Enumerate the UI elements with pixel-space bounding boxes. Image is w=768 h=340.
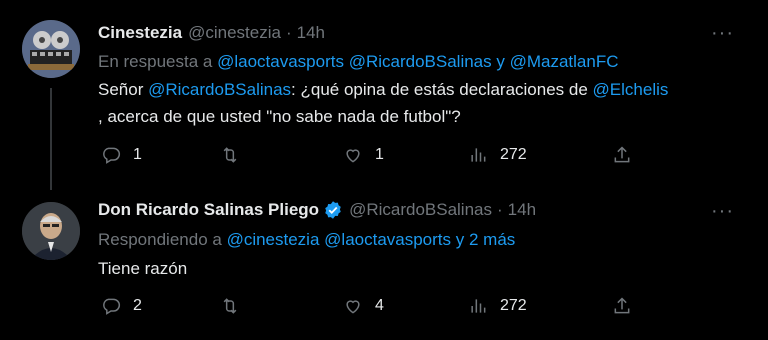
text-segment: Señor	[98, 80, 144, 99]
mention-link[interactable]: @RicardoBSalinas	[349, 52, 492, 71]
tweet-ricardo-salinas[interactable]: Don Ricardo Salinas Pliego @RicardoBSali…	[0, 190, 768, 340]
separator-dot: ·	[285, 23, 292, 42]
retweet-icon	[223, 147, 237, 163]
reply-context: Respondiendo a @cinestezia @laoctavaspor…	[98, 230, 515, 250]
views-chart-icon	[471, 148, 486, 162]
film-reel-avatar-icon	[22, 20, 80, 78]
retweet-button[interactable]	[220, 296, 240, 316]
tweet-header: Don Ricardo Salinas Pliego @RicardoBSali…	[98, 200, 536, 220]
like-button[interactable]: 4	[343, 296, 384, 316]
mention-link[interactable]: @Elchelis	[593, 80, 669, 99]
text-segment: , acerca de que usted "no sabe nada de f…	[98, 107, 461, 126]
user-handle[interactable]: @cinestezia	[188, 23, 281, 43]
like-count: 4	[375, 297, 384, 314]
share-button[interactable]	[612, 296, 632, 316]
reply-connector[interactable]: y	[496, 52, 505, 71]
share-button[interactable]	[612, 145, 632, 165]
timestamp[interactable]: 14h	[297, 23, 325, 43]
mention-link[interactable]: @laoctavasports	[324, 230, 451, 249]
reply-prefix: En respuesta a	[98, 52, 213, 71]
retweet-button[interactable]	[220, 145, 240, 165]
views-button[interactable]: 272	[468, 296, 527, 316]
reply-prefix: Respondiendo a	[98, 230, 222, 249]
reply-button[interactable]: 2	[101, 296, 142, 316]
portrait-avatar-icon	[22, 202, 80, 260]
display-name[interactable]: Don Ricardo Salinas Pliego	[98, 200, 319, 220]
separator-dot: ·	[497, 200, 503, 219]
share-icon	[614, 146, 630, 163]
tweet-header: Cinestezia @cinestezia · 14h	[98, 23, 325, 43]
reply-button[interactable]: 1	[101, 145, 142, 165]
display-name[interactable]: Cinestezia	[98, 23, 182, 43]
mention-link[interactable]: @MazatlanFC	[510, 52, 619, 71]
mention-link[interactable]: @RicardoBSalinas	[148, 80, 291, 99]
user-handle[interactable]: @RicardoBSalinas	[349, 200, 492, 220]
reply-context: En respuesta a @laoctavasports @RicardoB…	[98, 52, 619, 72]
views-button[interactable]: 272	[468, 145, 527, 165]
reply-icon	[103, 147, 121, 164]
more-options-button[interactable]: ···	[711, 200, 734, 223]
view-count: 272	[500, 297, 527, 314]
like-button[interactable]: 1	[343, 145, 384, 165]
avatar[interactable]	[22, 202, 80, 260]
tweet-text: Tiene razón	[98, 259, 188, 278]
text-segment: : ¿qué opina de estás declaraciones de	[291, 80, 588, 99]
reply-icon	[103, 298, 121, 315]
view-count: 272	[500, 146, 527, 163]
reply-connector[interactable]: y 2 más	[456, 230, 516, 249]
views-chart-icon	[471, 299, 486, 313]
like-count: 1	[375, 146, 384, 163]
heart-icon	[346, 300, 360, 314]
avatar[interactable]	[22, 20, 80, 78]
share-icon	[614, 297, 630, 314]
tweet-cinestezia[interactable]: Cinestezia @cinestezia · 14h ··· En resp…	[0, 0, 768, 190]
reply-count: 1	[133, 146, 142, 163]
reply-count: 2	[133, 297, 142, 314]
mention-link[interactable]: @laoctavasports	[217, 52, 344, 71]
heart-icon	[346, 149, 360, 163]
tweet-text: Señor @RicardoBSalinas: ¿qué opina de es…	[98, 76, 748, 130]
verified-badge-icon[interactable]	[323, 200, 343, 220]
timestamp[interactable]: 14h	[508, 200, 536, 220]
more-options-button[interactable]: ···	[711, 22, 734, 45]
mention-link[interactable]: @cinestezia	[227, 230, 320, 249]
retweet-icon	[223, 298, 237, 314]
